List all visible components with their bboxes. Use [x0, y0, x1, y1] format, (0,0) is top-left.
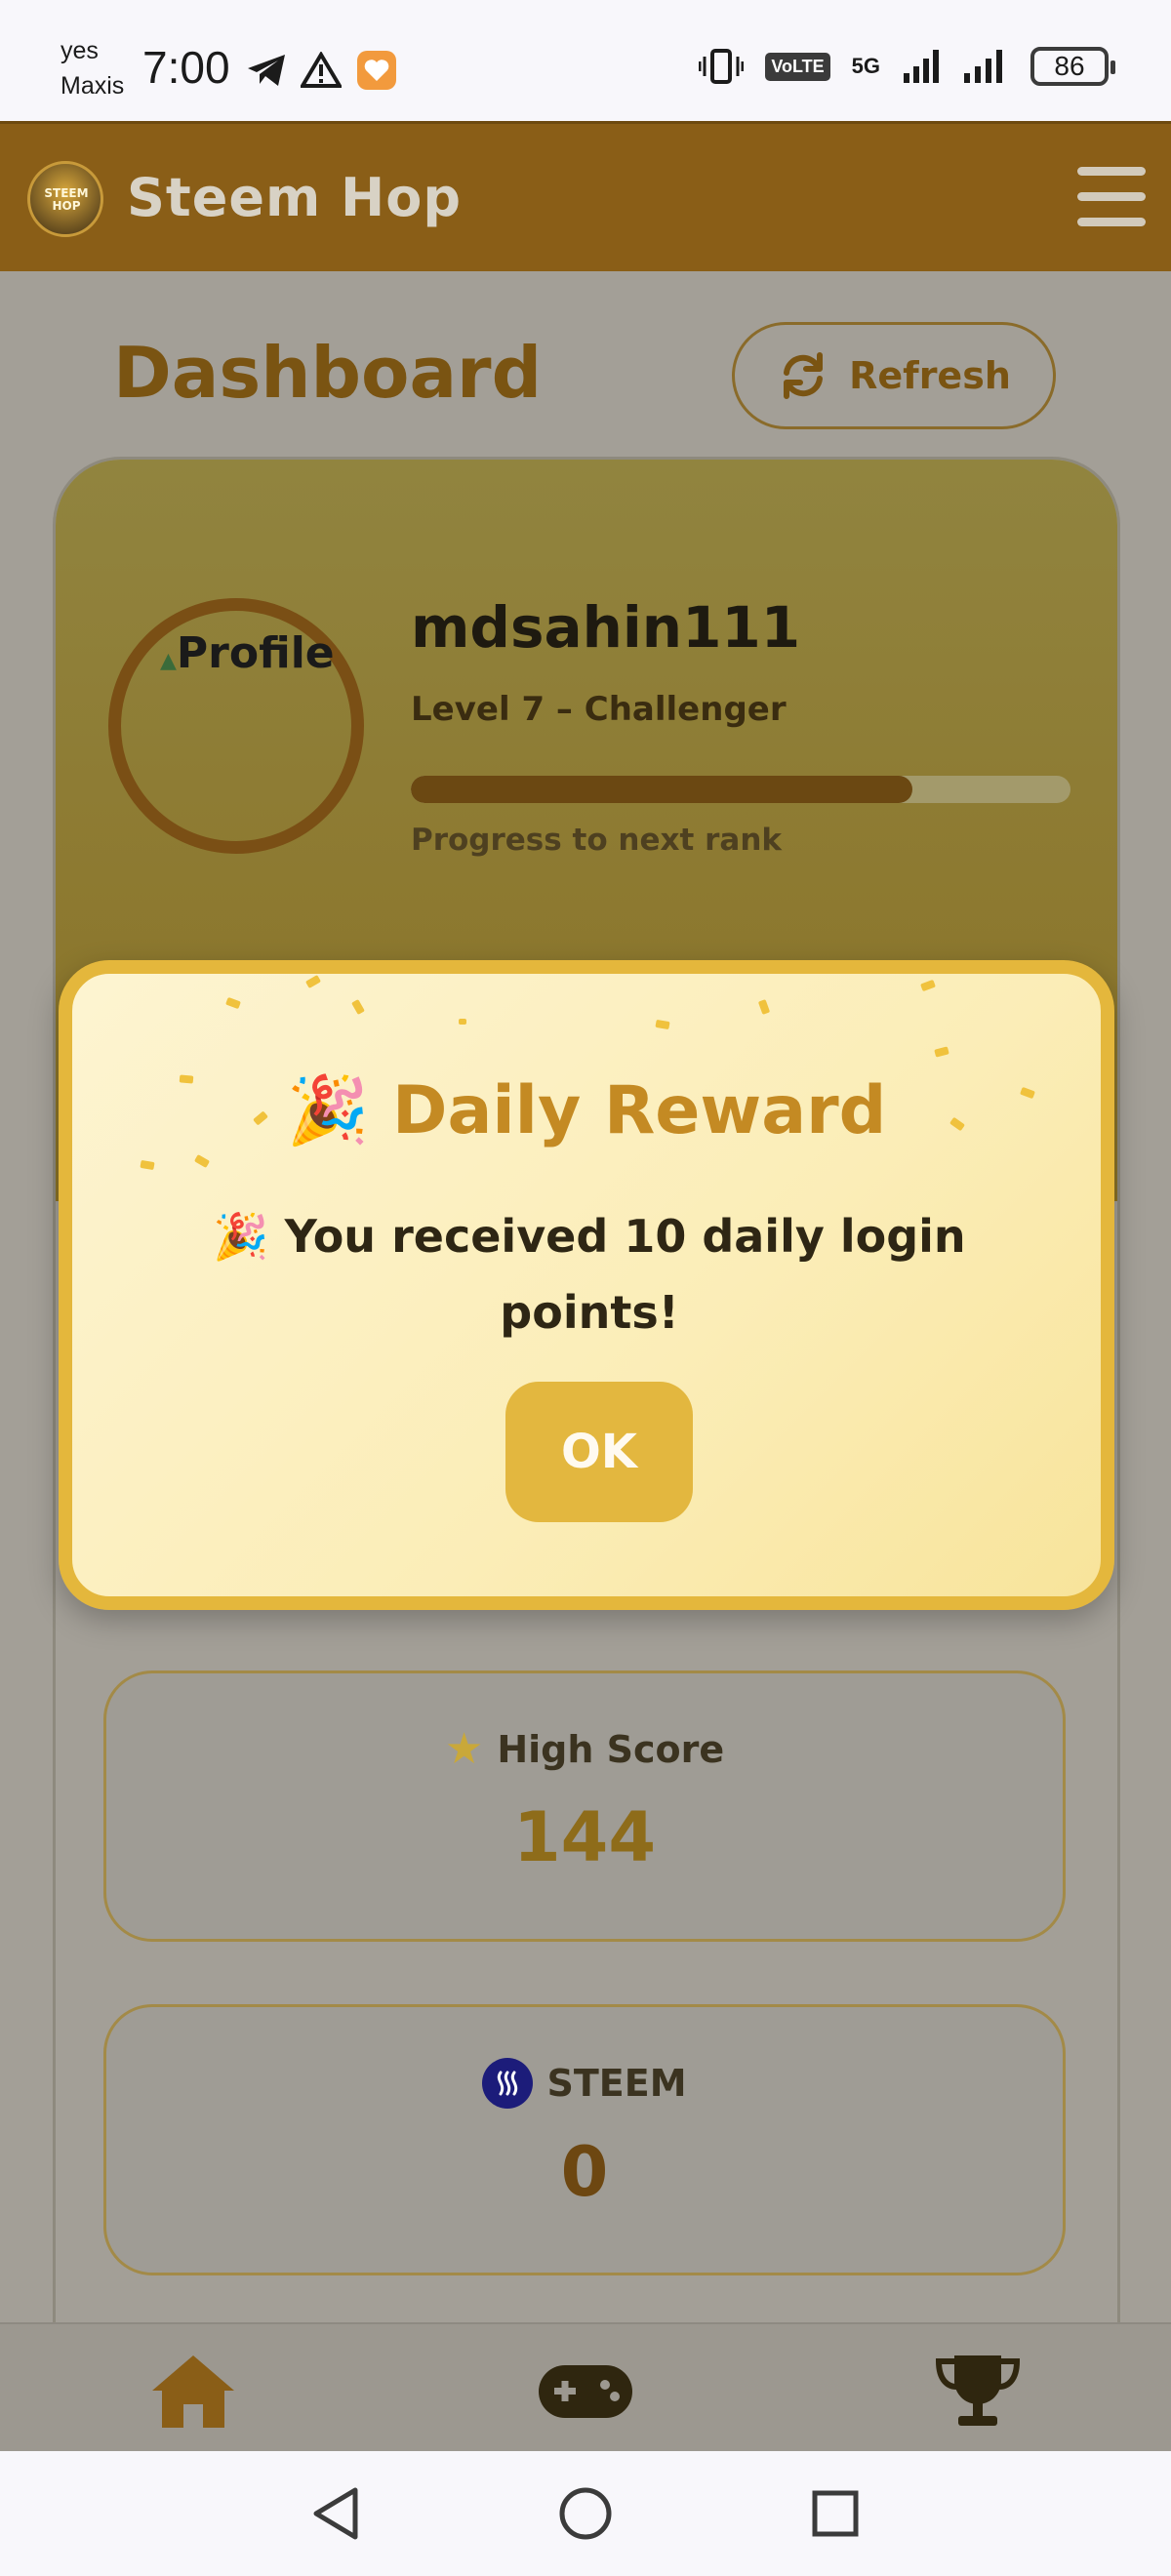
bottom-nav [0, 2322, 1171, 2451]
ok-button[interactable]: OK [505, 1382, 693, 1522]
progress-label: Progress to next rank [411, 823, 783, 858]
home-icon [152, 2355, 234, 2428]
trophy-icon [935, 2355, 1021, 2426]
status-bar: yes Maxis 7:00 VoLTE 5G 86 [0, 0, 1171, 121]
high-score-value: 144 [512, 1797, 657, 1877]
logo-text: STEEM HOP [44, 186, 89, 213]
warning-icon [301, 52, 342, 88]
back-icon [313, 2487, 358, 2540]
gamepad-icon [539, 2365, 632, 2418]
high-score-label: High Score [497, 1727, 725, 1771]
signal-icon [904, 50, 939, 83]
recents-button[interactable] [804, 2482, 867, 2545]
menu-icon[interactable] [1077, 167, 1146, 226]
party-popper-icon: 🎉 [286, 1072, 370, 1149]
page-title: Dashboard [113, 332, 543, 414]
signal-icon-2 [964, 50, 1002, 83]
system-navigation [0, 2451, 1171, 2576]
refresh-icon [784, 352, 824, 399]
telegram-icon [248, 55, 285, 86]
battery-indicator: 86 [1030, 47, 1115, 86]
steem-icon [482, 2058, 534, 2109]
steem-label: STEEM [546, 2062, 687, 2105]
steem-card: STEEM 0 [103, 2004, 1066, 2275]
home-button[interactable] [554, 2482, 617, 2545]
app-header: STEEM HOP Steem Hop [0, 121, 1171, 271]
network-type: 5G [851, 54, 880, 78]
square-recents-icon [812, 2490, 859, 2537]
broken-image-icon: ▲ [160, 649, 177, 673]
modal-title: 🎉 Daily Reward [286, 1072, 887, 1149]
nav-home[interactable] [144, 2350, 242, 2432]
app-logo[interactable]: STEEM HOP [27, 161, 103, 237]
username: mdsahin111 [411, 594, 801, 661]
circle-home-icon [559, 2487, 612, 2540]
refresh-button[interactable]: Refresh [732, 322, 1056, 429]
level-label: Level 7 – Challenger [411, 690, 787, 729]
vibrate-icon [699, 49, 745, 84]
star-icon: ★ [444, 1724, 484, 1774]
refresh-label: Refresh [849, 354, 1011, 397]
rank-progress-fill [411, 776, 912, 803]
clock: 7:00 [142, 42, 230, 93]
broken-image-alt: ▲Profile [160, 628, 335, 678]
rank-progress-bar [411, 776, 1070, 803]
nav-games[interactable] [537, 2350, 634, 2432]
carrier-label: yes Maxis [61, 37, 125, 100]
daily-reward-modal: 🎉 Daily Reward 🎉 You received 10 daily l… [59, 960, 1114, 1610]
steem-value: 0 [560, 2132, 609, 2212]
high-score-card: ★ High Score 144 [103, 1670, 1066, 1942]
modal-message: 🎉 You received 10 daily login points! [213, 1210, 966, 1339]
system-icons: VoLTE 5G 86 [699, 47, 1115, 86]
nav-leaderboard[interactable] [929, 2350, 1027, 2432]
app-notification-icon [357, 51, 396, 90]
app-title: Steem Hop [127, 167, 462, 228]
notification-icons [246, 49, 398, 92]
volte-badge: VoLTE [765, 52, 830, 81]
avatar[interactable]: ▲Profile [108, 598, 364, 854]
back-button[interactable] [304, 2482, 367, 2545]
